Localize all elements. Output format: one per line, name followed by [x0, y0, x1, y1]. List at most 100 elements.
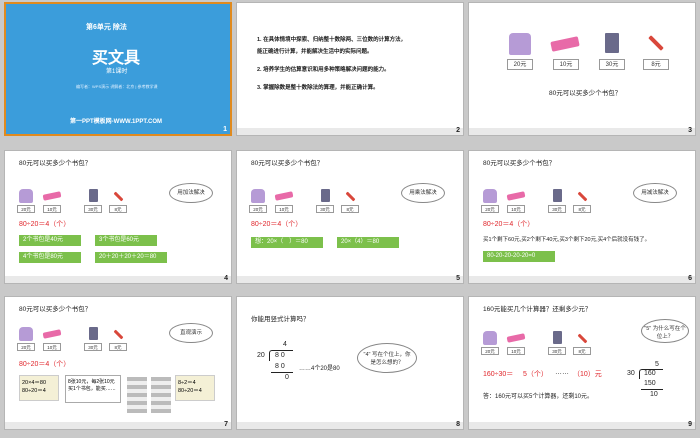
slide-footer-bar: [237, 276, 463, 283]
slide-number: 1: [223, 126, 227, 133]
slide-number: 7: [224, 421, 228, 428]
slide-thumbnail-3[interactable]: 20元 10元 30元 8元 80元可以买多少个书包？ 3: [468, 2, 696, 136]
price-tag-bag: 20元: [17, 343, 35, 351]
pen-icon: [113, 329, 124, 340]
question-text: 160元能买几个计算器？还剩多少元？: [483, 306, 592, 313]
long-division-product: 150: [644, 380, 656, 387]
addition-step-1: 2个书包是40元: [19, 235, 81, 246]
lesson-label: 第1课时: [106, 69, 128, 75]
price-tag-calc: 30元: [84, 343, 102, 351]
price-tag-pencase: 10元: [553, 59, 579, 70]
price-tag-pen: 8元: [109, 343, 127, 351]
schoolbag-icon: [509, 33, 531, 55]
question-text: 80元可以买多少个书包？: [251, 160, 324, 167]
pencil-case-icon: [506, 333, 526, 343]
slide-footer-bar: [469, 276, 695, 283]
slide-footer-bar: [5, 422, 231, 429]
slide-thumbnail-7[interactable]: 80元可以买多少个书包？ 20元 10元 30元 8元 直观演示 80÷20＝4…: [4, 296, 232, 430]
banknote-icon: [151, 377, 171, 413]
addition-step-3: 4个书包是80元: [19, 252, 81, 263]
slide-thumbnail-6[interactable]: 80元可以买多少个书包？ 20元 10元 30元 8元 用减法解决 80÷20＝…: [468, 150, 696, 284]
calculator-icon: [89, 189, 98, 202]
price-tag-calc: 30元: [316, 205, 334, 213]
schoolbag-icon: [483, 189, 497, 203]
equation-dots: ……: [555, 369, 569, 376]
equation-remainder: （10）元: [573, 371, 602, 378]
slide-footer-bar: [237, 128, 463, 135]
card-division: 8÷2＝4 80÷20＝4: [175, 375, 215, 401]
slide-number: 6: [688, 275, 692, 282]
slide-number: 4: [224, 275, 228, 282]
card3-line2: 80÷20＝4: [178, 388, 202, 394]
equation-text: 80÷20＝4（个）: [19, 221, 71, 228]
price-tag-bag: 20元: [481, 347, 499, 355]
card-multiplication: 20×4＝80 80÷20＝4: [19, 375, 59, 401]
objective-line-2: 能正确进行计算，并能解决生活中的实际问题。: [257, 49, 373, 55]
calculator-icon: [89, 327, 98, 340]
long-division-dividend: 160: [644, 370, 656, 377]
method-bubble: 直观演示: [169, 323, 213, 343]
long-division-divisor: 20: [257, 352, 265, 359]
slide-thumbnail-9[interactable]: 160元能买几个计算器？还剩多少元？ "5" 为什么写在个位上？ 20元 10元…: [468, 296, 696, 430]
pen-icon: [113, 191, 124, 202]
price-tag-pen: 8元: [573, 347, 591, 355]
price-tag-pen: 8元: [109, 205, 127, 213]
slide-thumbnail-4[interactable]: 80元可以买多少个书包？ 20元 10元 30元 8元 用加法解决 80÷20＝…: [4, 150, 232, 284]
schoolbag-icon: [251, 189, 265, 203]
long-division-remainder: 0: [285, 374, 289, 381]
long-division-divisor: 30: [627, 370, 635, 377]
price-tag-calc: 30元: [599, 59, 625, 70]
calculator-icon: [321, 189, 330, 202]
calculator-icon: [553, 189, 562, 202]
subtraction-explain: 买1个剩下60元,买2个剩下40元,买3个剩下20元,买4个后就没有钱了。: [483, 237, 651, 243]
thought-bubble: "5" 为什么写在个位上？: [641, 319, 689, 343]
credits-text: 编写者：WPS演示 讲解者：北京 | 参考教学课: [76, 84, 158, 89]
slide-footer-bar: [237, 422, 463, 429]
question-text: 你能用竖式计算吗？: [251, 316, 310, 323]
unit-label: 第6单元 除法: [86, 24, 127, 31]
slide-footer-bar: [469, 422, 695, 429]
long-division-quotient: 5: [655, 361, 659, 368]
slide-thumbnail-1[interactable]: 第6单元 除法 买文具 第1课时 编写者：WPS演示 讲解者：北京 | 参考教学…: [4, 2, 232, 136]
price-tag-bag: 20元: [17, 205, 35, 213]
slide-number: 3: [688, 127, 692, 134]
pen-icon: [577, 333, 588, 344]
objective-line-4: 3. 掌握除数是整十数除法的算理，并能正确计算。: [257, 85, 379, 91]
thought-bubble: "4" 写在个位上，你是怎么想的？: [357, 343, 417, 373]
calculator-icon: [553, 331, 562, 344]
slide-number: 9: [688, 421, 692, 428]
price-tag-bag: 20元: [249, 205, 267, 213]
slide-thumbnail-8[interactable]: 你能用竖式计算吗？ 4 20 8 0 8 0 0 ……4个20是80 "4" 写…: [236, 296, 464, 430]
method-bubble: 用减法解决: [633, 183, 677, 203]
price-tag-calc: 30元: [84, 205, 102, 213]
equation-lhs: 160÷30＝: [483, 371, 514, 378]
price-tag-pen: 8元: [341, 205, 359, 213]
method-bubble: 用乘法解决: [401, 183, 445, 203]
calculator-icon: [605, 33, 619, 53]
division-note: ……4个20是80: [299, 366, 340, 372]
card1-line2: 80÷20＝4: [22, 388, 46, 394]
division-line: [641, 389, 663, 390]
slide-thumbnail-2[interactable]: 1. 在具体情境中探索、归纳整十数除两、三位数的计算方法， 能正确进行计算，并能…: [236, 2, 464, 136]
pencil-case-icon: [274, 191, 294, 201]
slide-number: 8: [456, 421, 460, 428]
pencil-case-icon: [42, 329, 62, 339]
schoolbag-icon: [19, 189, 33, 203]
multiplication-think: 想：20×（ ）＝80: [251, 237, 323, 248]
price-tag-pencase: 10元: [43, 205, 61, 213]
banknote-icon: [127, 377, 147, 413]
price-tag-pencase: 10元: [507, 347, 525, 355]
price-tag-pen: 8元: [643, 59, 669, 70]
price-tag-bag: 20元: [481, 205, 499, 213]
equation-text: 80÷20＝4（个）: [251, 221, 303, 228]
equation-text: 80÷20＝4（个）: [483, 221, 535, 228]
price-tag-pencase: 10元: [507, 205, 525, 213]
question-text: 80元可以买多少个书包？: [19, 160, 92, 167]
price-tag-pencase: 10元: [275, 205, 293, 213]
question-text: 80元可以买多少个书包？: [483, 160, 556, 167]
pencil-case-icon: [506, 191, 526, 201]
slide-sorter-grid: 第6单元 除法 买文具 第1课时 编写者：WPS演示 讲解者：北京 | 参考教学…: [0, 0, 700, 438]
question-text: 80元可以买多少个书包？: [549, 90, 622, 97]
slide-thumbnail-5[interactable]: 80元可以买多少个书包？ 20元 10元 30元 8元 用乘法解决 80÷20＝…: [236, 150, 464, 284]
slide-number: 2: [456, 127, 460, 134]
